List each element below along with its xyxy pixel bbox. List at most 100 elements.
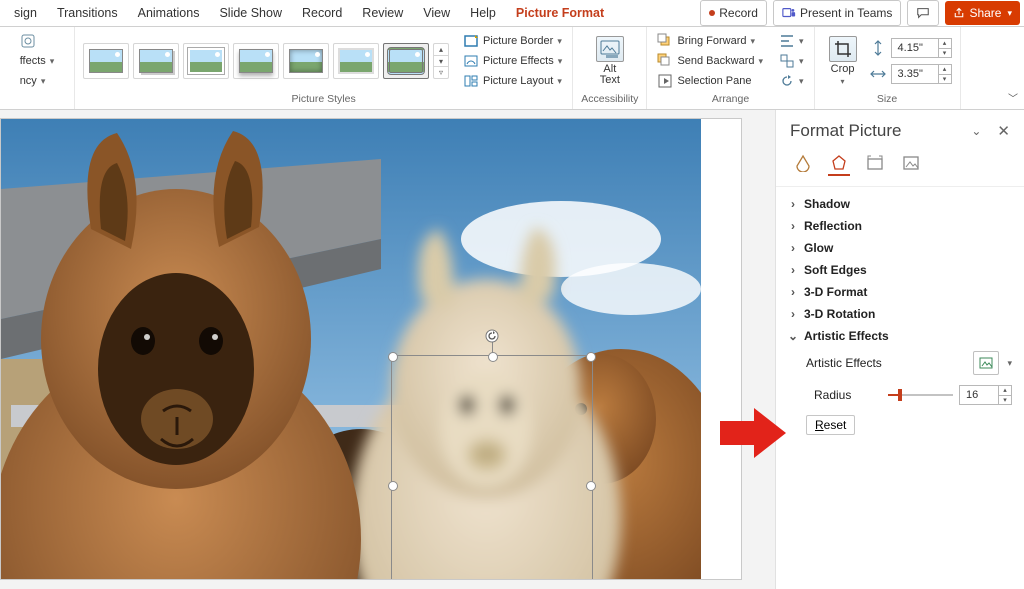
style-thumb-1[interactable] — [83, 43, 129, 79]
handle-ne[interactable] — [586, 352, 596, 362]
arrange-group-label: Arrange — [712, 91, 749, 107]
handle-w[interactable] — [388, 481, 398, 491]
picture-selection-box[interactable] — [391, 355, 593, 580]
section-soft-edges[interactable]: ›Soft Edges — [784, 259, 1016, 281]
style-thumb-5[interactable] — [283, 43, 329, 79]
group-objects-button[interactable]: ▾ — [777, 52, 806, 70]
picture-border-label: Picture Border — [483, 35, 553, 47]
record-label: Record — [719, 6, 758, 20]
group-adjust: ffects▾ ncy▾ — [0, 27, 75, 109]
selection-pane-icon — [657, 73, 673, 89]
style-thumb-2[interactable] — [133, 43, 179, 79]
section-artistic-effects-label: Artistic Effects — [804, 329, 889, 343]
radius-input[interactable]: 16 ▴▾ — [959, 385, 1012, 405]
pane-options-chevron-icon[interactable]: ⌄ — [967, 122, 985, 140]
menu-help[interactable]: Help — [460, 2, 506, 24]
width-value: 3.35" — [892, 68, 938, 80]
radius-spin-buttons[interactable]: ▴▾ — [998, 386, 1011, 404]
handle-nw[interactable] — [388, 352, 398, 362]
picture-border-dropdown[interactable]: Picture Border▾ — [461, 32, 564, 50]
handle-e[interactable] — [586, 481, 596, 491]
chevron-down-icon: ▾ — [1007, 8, 1012, 19]
tab-effects[interactable] — [828, 152, 850, 176]
teams-icon — [782, 6, 796, 20]
alt-text-button[interactable]: Alt Text — [590, 31, 630, 91]
menu-view[interactable]: View — [413, 2, 460, 24]
ribbon-collapse-chevron-icon[interactable]: ﹀ — [1008, 90, 1018, 105]
ribbon: ffects▾ ncy▾ ▴▾▿ Picture Border▾ — [0, 27, 1024, 110]
picture-layout-label: Picture Layout — [483, 75, 553, 87]
transparency-label: ncy — [20, 75, 37, 87]
width-input[interactable]: 3.35" ▴▾ — [891, 64, 952, 84]
alt-text-label: Alt Text — [600, 64, 620, 86]
comments-button[interactable] — [907, 0, 939, 26]
pane-title: Format Picture — [790, 121, 967, 141]
pane-close-icon[interactable]: ✕ — [993, 120, 1014, 142]
bring-forward-button[interactable]: Bring Forward▾ — [655, 32, 757, 50]
style-thumb-4[interactable] — [233, 43, 279, 79]
artistic-effects-picker[interactable] — [973, 351, 999, 375]
send-backward-icon — [657, 53, 673, 69]
section-reflection[interactable]: ›Reflection — [784, 215, 1016, 237]
style-thumb-6[interactable] — [333, 43, 379, 79]
handle-n[interactable] — [488, 352, 498, 362]
reset-underline: R — [815, 418, 824, 432]
section-glow[interactable]: ›Glow — [784, 237, 1016, 259]
share-button[interactable]: Share ▾ — [945, 1, 1020, 25]
bring-forward-label: Bring Forward — [677, 35, 746, 47]
slide[interactable] — [0, 118, 742, 580]
tab-picture[interactable] — [900, 152, 922, 176]
record-button[interactable]: Record — [700, 0, 767, 26]
section-shadow[interactable]: ›Shadow — [784, 193, 1016, 215]
transparency-row[interactable]: ncy▾ — [18, 72, 48, 90]
picture-layout-icon — [463, 73, 479, 89]
picture-effects-dropdown[interactable]: Picture Effects▾ — [461, 52, 564, 70]
height-input[interactable]: 4.15" ▴▾ — [891, 38, 952, 58]
picture-styles-gallery: ▴▾▿ — [83, 43, 449, 79]
section-reflection-label: Reflection — [804, 219, 862, 233]
radius-value: 16 — [960, 389, 998, 401]
share-label: Share — [969, 6, 1001, 20]
present-teams-label: Present in Teams — [800, 6, 893, 20]
selection-pane-button[interactable]: Selection Pane — [655, 72, 753, 90]
style-gallery-more[interactable]: ▴▾▿ — [433, 43, 449, 79]
crop-button[interactable]: Crop ▾ — [823, 31, 863, 91]
radius-slider[interactable] — [888, 388, 953, 402]
artistic-effects-controls: Artistic Effects ▾ Radius 16 ▴▾ — [784, 347, 1016, 439]
tab-fill-line[interactable] — [792, 152, 814, 176]
tab-size-properties[interactable] — [864, 152, 886, 176]
bring-forward-icon — [657, 33, 673, 49]
reset-button[interactable]: Reset — [806, 415, 855, 435]
canvas-area[interactable] — [0, 110, 775, 589]
menu-slide-show[interactable]: Slide Show — [209, 2, 292, 24]
workspace: Format Picture ⌄ ✕ ›Shadow ›Reflection ›… — [0, 110, 1024, 589]
menu-animations[interactable]: Animations — [128, 2, 210, 24]
section-artistic-effects[interactable]: ⌄Artistic Effects — [784, 325, 1016, 347]
rotation-handle[interactable] — [484, 328, 500, 344]
chevron-down-icon[interactable]: ▾ — [1007, 358, 1012, 369]
width-spin-buttons[interactable]: ▴▾ — [938, 65, 951, 83]
menu-picture-format[interactable]: Picture Format — [506, 2, 614, 24]
comment-icon — [916, 6, 930, 20]
style-thumb-3[interactable] — [183, 43, 229, 79]
align-button[interactable]: ▾ — [777, 32, 806, 50]
group-icon — [779, 53, 795, 69]
rotate-button[interactable]: ▾ — [777, 72, 806, 90]
height-icon — [869, 39, 887, 57]
send-backward-button[interactable]: Send Backward▾ — [655, 52, 765, 70]
height-spin-buttons[interactable]: ▴▾ — [938, 39, 951, 57]
effects-row[interactable]: ffects▾ — [18, 52, 57, 70]
picture-layout-dropdown[interactable]: Picture Layout▾ — [461, 72, 564, 90]
slide-photo[interactable] — [1, 119, 701, 580]
pane-body: ›Shadow ›Reflection ›Glow ›Soft Edges ›3… — [776, 187, 1024, 589]
menu-transitions[interactable]: Transitions — [47, 2, 128, 24]
menu-review[interactable]: Review — [352, 2, 413, 24]
menu-record[interactable]: Record — [292, 2, 352, 24]
share-icon — [953, 7, 965, 19]
section-3d-format[interactable]: ›3-D Format — [784, 281, 1016, 303]
section-3d-rotation[interactable]: ›3-D Rotation — [784, 303, 1016, 325]
artistic-effects-dropdown[interactable] — [18, 32, 38, 50]
menu-design[interactable]: sign — [4, 2, 47, 24]
style-thumb-7[interactable] — [383, 43, 429, 79]
present-in-teams-button[interactable]: Present in Teams — [773, 0, 902, 26]
